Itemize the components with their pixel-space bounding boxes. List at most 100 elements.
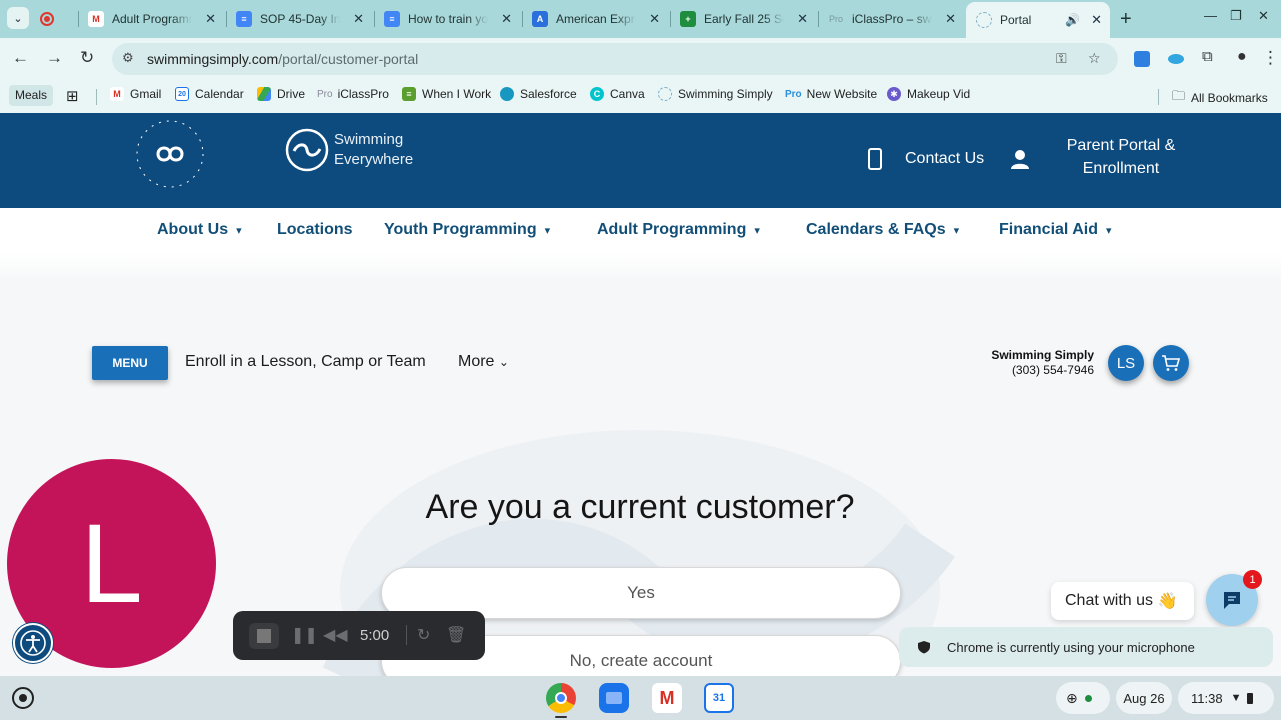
chat-icon [1224,592,1240,609]
tab-title: American Express [556,12,636,26]
pause-icon[interactable]: ❚❚ [291,625,318,645]
close-icon[interactable]: ✕ [797,11,808,27]
stop-recording-button[interactable] [249,623,279,649]
chevron-down-icon: ▾ [1105,225,1112,237]
wave-emoji: 👋 [1157,593,1178,610]
nav-youth-programming[interactable]: Youth Programming ▾ [384,221,550,239]
contact-us-link[interactable]: Contact Us [868,148,984,170]
record-status-icon: ⊕ [1066,689,1078,706]
nav-calendars-faqs[interactable]: Calendars & FAQs ▾ [806,221,959,239]
site-header: Swimming Everywhere Contact Us Parent Po… [0,113,1281,208]
os-shelf: M 31 ⊕ Aug 26 11:38 ▼ [0,676,1281,720]
extension-icon[interactable] [1134,51,1150,67]
parent-portal-link[interactable]: Parent Portal & Enrollment [1054,134,1188,180]
kebab-menu-icon[interactable]: ⋮ [1262,48,1279,68]
cart-icon [1162,355,1181,371]
apps-grid-icon[interactable]: ⊞ [66,87,79,105]
chevron-down-icon: ⌄ [498,355,509,369]
status-tray[interactable]: ⊕ [1056,682,1110,714]
minimize-icon[interactable]: — [1204,8,1217,23]
amex-icon: A [532,11,548,27]
bookmark-drive[interactable]: Drive [257,87,305,101]
swimming-simply-icon [976,12,992,28]
reload-icon[interactable]: ↻ [80,48,94,68]
gmail-app-icon[interactable]: M [652,683,682,713]
tab-sop[interactable]: ≡ SOP 45-Day Initiative ✕ [228,4,372,34]
docs-icon: ≡ [236,11,252,27]
close-icon[interactable]: ✕ [649,11,660,27]
url-text[interactable]: swimmingsimply.com/portal/customer-porta… [147,51,418,67]
extensions-puzzle-icon[interactable]: ⧉ [1202,48,1213,65]
org-info: Swimming Simply (303) 554-7946 [991,348,1094,377]
rewind-icon[interactable]: ◀◀ [323,625,348,645]
bookmark-meals[interactable]: Meals [9,85,54,106]
bookmarks-bar: Meals ⊞ M Gmail 20 Calendar Drive Pro iClas… [0,80,1281,113]
close-icon[interactable]: ✕ [501,11,512,27]
close-window-icon[interactable]: ✕ [1258,8,1269,24]
files-app-icon[interactable] [599,683,629,713]
nav-about-us[interactable]: About Us ▾ [157,221,242,239]
date-tray[interactable]: Aug 26 [1116,682,1172,714]
bookmark-new-website[interactable]: Pro New Website [785,87,877,101]
user-account-button[interactable]: LS [1108,345,1144,381]
bookmark-when-i-work[interactable]: ≡ When I Work [402,87,491,101]
nav-locations[interactable]: Locations [277,221,353,239]
tab-early-fall[interactable]: + Early Fall 25 Sessions ✕ [672,4,816,34]
tab-search-dropdown-icon[interactable]: ⌄ [7,7,29,29]
accessibility-button[interactable] [13,623,53,663]
chrome-app-icon[interactable] [546,683,576,713]
stop-icon [257,629,271,643]
browser-toolbar: ← → ↻ ⚙ swimmingsimply.com/portal/custom… [0,38,1281,80]
cart-button[interactable] [1153,345,1189,381]
site-info-icon[interactable]: ⚙ [122,50,134,66]
browser-tab-strip: ⌄ M Adult Programming ✕ ≡ SOP 45-Day Ini… [0,0,1281,38]
swimming-everywhere-logo[interactable] [284,125,330,175]
forward-icon[interactable]: → [46,48,63,68]
more-dropdown[interactable]: More ⌄ [458,353,509,371]
tab-title: iClassPro – swimming [852,12,932,26]
launcher-icon[interactable] [12,687,34,709]
close-icon[interactable]: ✕ [1091,12,1102,28]
screen-recorder-bar: ❚❚ ◀◀ 5:00 ↻ 🗑 [233,611,485,660]
menu-button[interactable]: MENU [92,346,168,380]
bookmark-makeup-vid[interactable]: ✱ Makeup Vid [887,87,970,101]
trash-icon[interactable]: 🗑 [446,625,466,645]
time-tray[interactable]: 11:38 ▼ [1178,682,1274,714]
profile-icon[interactable]: ● [1237,48,1247,66]
tab-recording[interactable] [40,4,76,34]
bookmark-salesforce[interactable]: Salesforce [500,87,577,101]
close-icon[interactable]: ✕ [945,11,956,27]
bookmark-gmail[interactable]: M Gmail [110,87,161,101]
tab-how-to-train[interactable]: ≡ How to train your ✕ [376,4,520,34]
bookmark-swimming-simply[interactable]: Swimming Simply [658,87,773,101]
back-icon[interactable]: ← [12,48,29,68]
restore-icon[interactable]: ❐ [1230,8,1242,24]
enroll-link[interactable]: Enroll in a Lesson, Camp or Team [185,353,426,371]
bookmark-all-bookmarks[interactable]: 🗀 All Bookmarks [1172,87,1268,109]
speaker-icon[interactable]: 🔊 [1065,13,1080,27]
new-tab-button[interactable]: + [1120,8,1132,31]
tab-iclasspro[interactable]: Pro iClassPro – swimming ✕ [820,4,964,34]
bookmark-calendar[interactable]: 20 Calendar [175,87,244,101]
shield-icon [918,641,930,654]
tab-american-express[interactable]: A American Express ✕ [524,4,668,34]
calendar-app-icon[interactable]: 31 [704,683,734,713]
bookmark-star-icon[interactable]: ☆ [1088,50,1101,67]
chevron-down-icon: ▾ [236,225,242,237]
tab-portal[interactable]: Portal 🔊 ✕ [966,2,1110,38]
nav-adult-programming[interactable]: Adult Programming ▾ [597,221,760,239]
swimming-simply-logo[interactable] [134,118,206,190]
bookmark-iclasspro[interactable]: Pro iClassPro [317,87,389,101]
user-icon [1011,150,1029,169]
chat-invite[interactable]: Chat with us 👋 [1051,582,1194,620]
restart-icon[interactable]: ↻ [417,625,430,645]
close-icon[interactable]: ✕ [353,11,364,27]
question-heading: Are you a current customer? [425,488,855,526]
password-key-icon[interactable]: ⚿ [1056,50,1067,67]
close-icon[interactable]: ✕ [205,11,216,27]
nav-financial-aid[interactable]: Financial Aid ▾ [999,221,1112,239]
salesforce-extension-icon[interactable] [1168,54,1184,64]
address-bar[interactable]: ⚙ swimmingsimply.com/portal/customer-por… [112,43,1118,75]
bookmark-canva[interactable]: C Canva [590,87,645,101]
tab-adult-programming[interactable]: M Adult Programming ✕ [80,4,224,34]
